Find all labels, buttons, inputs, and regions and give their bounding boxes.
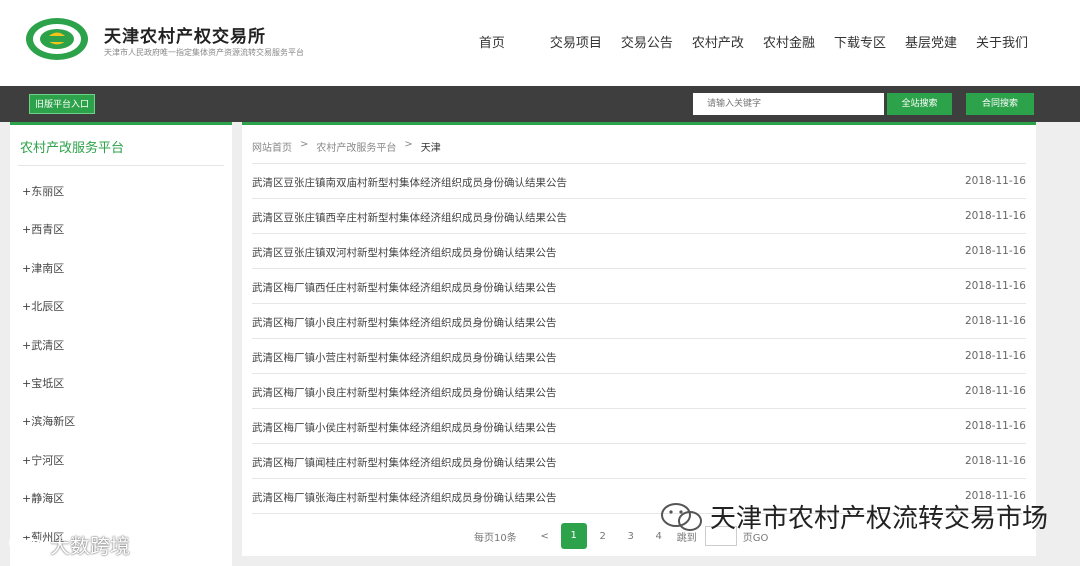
sidebar-item-wuqing[interactable]: +武清区	[22, 337, 75, 375]
notice-date: 2018-11-16	[964, 420, 1026, 432]
page-button-3[interactable]: 3	[617, 531, 645, 542]
list-item[interactable]: 武清区豆张庄镇西辛庄村新型村集体经济组织成员身份确认结果公告 2018-11-16	[252, 199, 1026, 234]
contract-search-button[interactable]: 合同搜索	[966, 93, 1034, 115]
wechat-icon	[661, 502, 702, 531]
breadcrumb-separator: >	[404, 139, 413, 150]
sidebar-item-dongli[interactable]: +东丽区	[22, 183, 75, 221]
notice-date: 2018-11-16	[964, 385, 1026, 397]
page-button-1[interactable]: 1	[560, 523, 587, 549]
main-nav: 首页 交易项目 交易公告 农村产改 农村金融 下载专区 基层党建 关于我们	[479, 32, 1028, 51]
site-search-button[interactable]: 全站搜索	[887, 93, 952, 115]
nav-about[interactable]: 关于我们	[976, 32, 1028, 51]
sidebar-item-binhai[interactable]: +滨海新区	[22, 413, 75, 451]
main-content: 网站首页 > 农村产改服务平台 > 天津 武清区豆张庄镇南双庙村新型村集体经济组…	[242, 122, 1036, 556]
watermark-right-text: 天津市农村产权流转交易市场	[710, 504, 1049, 534]
notice-title[interactable]: 武清区梅厂镇小营庄村新型村集体经济组织成员身份确认结果公告	[252, 350, 557, 365]
watermark-left: 大数跨境	[6, 530, 130, 559]
notice-title[interactable]: 武清区豆张庄镇双河村新型村集体经济组织成员身份确认结果公告	[252, 245, 557, 260]
notice-date: 2018-11-16	[964, 315, 1026, 327]
breadcrumb-section-link[interactable]: 农村产改服务平台	[316, 139, 396, 154]
notice-date: 2018-11-16	[964, 210, 1026, 222]
site-subtitle: 天津市人民政府唯一指定集体资产资源流转交易服务平台	[104, 48, 304, 57]
notice-date: 2018-11-16	[964, 350, 1026, 362]
site-header: 天津农村产权交易所 天津市人民政府唯一指定集体资产资源流转交易服务平台 首页 交…	[0, 0, 1080, 86]
district-list: +东丽区 +西青区 +津南区 +北辰区 +武清区 +宝坻区 +滨海新区 +宁河区…	[22, 183, 75, 566]
notice-title[interactable]: 武清区梅厂镇小良庄村新型村集体经济组织成员身份确认结果公告	[252, 385, 557, 400]
notice-date: 2018-11-16	[964, 245, 1026, 257]
notice-title[interactable]: 武清区梅厂镇张海庄村新型村集体经济组织成员身份确认结果公告	[252, 490, 557, 505]
list-item[interactable]: 武清区梅厂镇小侯庄村新型村集体经济组织成员身份确认结果公告 2018-11-16	[252, 409, 1026, 444]
list-item[interactable]: 武清区梅厂镇小良庄村新型村集体经济组织成员身份确认结果公告 2018-11-16	[252, 304, 1026, 339]
notice-date: 2018-11-16	[964, 280, 1026, 292]
sidebar-item-ninghe[interactable]: +宁河区	[22, 452, 75, 490]
list-item[interactable]: 武清区梅厂镇闻桂庄村新型村集体经济组织成员身份确认结果公告 2018-11-16	[252, 444, 1026, 479]
breadcrumb-separator: >	[300, 139, 309, 150]
sidebar-item-beichen[interactable]: +北辰区	[22, 298, 75, 336]
sidebar-item-xiqing[interactable]: +西青区	[22, 221, 75, 259]
notice-date: 2018-11-16	[964, 175, 1026, 187]
prev-page-button[interactable]: <	[531, 531, 559, 542]
nav-party-building[interactable]: 基层党建	[905, 32, 957, 51]
notice-title[interactable]: 武清区梅厂镇小良庄村新型村集体经济组织成员身份确认结果公告	[252, 315, 557, 330]
notice-list: 武清区豆张庄镇南双庙村新型村集体经济组织成员身份确认结果公告 2018-11-16…	[252, 163, 1026, 514]
list-item[interactable]: 武清区豆张庄镇南双庙村新型村集体经济组织成员身份确认结果公告 2018-11-16	[252, 164, 1026, 199]
wechat-icon	[9, 532, 46, 557]
site-title: 天津农村产权交易所	[104, 27, 266, 47]
breadcrumb-current: 天津	[420, 143, 441, 154]
nav-home[interactable]: 首页	[479, 32, 505, 51]
list-item[interactable]: 武清区豆张庄镇双河村新型村集体经济组织成员身份确认结果公告 2018-11-16	[252, 234, 1026, 269]
list-item[interactable]: 武清区梅厂镇小良庄村新型村集体经济组织成员身份确认结果公告 2018-11-16	[252, 374, 1026, 409]
notice-title[interactable]: 武清区梅厂镇闻桂庄村新型村集体经济组织成员身份确认结果公告	[252, 455, 557, 470]
search-input[interactable]	[693, 93, 884, 115]
nav-trade-projects[interactable]: 交易项目	[550, 32, 602, 51]
sidebar-item-jinghai[interactable]: +静海区	[22, 490, 75, 528]
sidebar-item-jinnan[interactable]: +津南区	[22, 260, 75, 298]
sidebar-item-baodi[interactable]: +宝坻区	[22, 375, 75, 413]
nav-downloads[interactable]: 下载专区	[834, 32, 886, 51]
green-ring-leaf-logo-icon[interactable]	[24, 16, 90, 62]
notice-title[interactable]: 武清区梅厂镇小侯庄村新型村集体经济组织成员身份确认结果公告	[252, 420, 557, 435]
breadcrumb: 网站首页 > 农村产改服务平台 > 天津	[252, 139, 441, 154]
list-item[interactable]: 武清区梅厂镇小营庄村新型村集体经济组织成员身份确认结果公告 2018-11-16	[252, 339, 1026, 374]
nav-trade-notices[interactable]: 交易公告	[621, 32, 673, 51]
watermark-left-text: 大数跨境	[50, 534, 130, 558]
sidebar: 农村产改服务平台 +东丽区 +西青区 +津南区 +北辰区 +武清区 +宝坻区 +…	[10, 122, 232, 566]
old-platform-entry-button[interactable]: 旧版平台入口	[29, 94, 96, 114]
notice-title[interactable]: 武清区梅厂镇西任庄村新型村集体经济组织成员身份确认结果公告	[252, 280, 557, 295]
list-item[interactable]: 武清区梅厂镇西任庄村新型村集体经济组织成员身份确认结果公告 2018-11-16	[252, 269, 1026, 304]
watermark-right: 天津市农村产权流转交易市场	[656, 498, 1048, 535]
sidebar-title: 农村产改服务平台	[20, 141, 125, 156]
sidebar-divider	[18, 165, 224, 166]
page-button-2[interactable]: 2	[589, 531, 617, 542]
notice-title[interactable]: 武清区豆张庄镇南双庙村新型村集体经济组织成员身份确认结果公告	[252, 175, 567, 190]
nav-rural-finance[interactable]: 农村金融	[763, 32, 815, 51]
search-bar: 旧版平台入口 全站搜索 合同搜索	[0, 86, 1080, 122]
notice-title[interactable]: 武清区豆张庄镇西辛庄村新型村集体经济组织成员身份确认结果公告	[252, 210, 567, 225]
nav-rural-reform[interactable]: 农村产改	[692, 32, 744, 51]
per-page-label: 每页10条	[474, 532, 517, 544]
breadcrumb-home-link[interactable]: 网站首页	[252, 139, 292, 154]
notice-date: 2018-11-16	[964, 455, 1026, 467]
